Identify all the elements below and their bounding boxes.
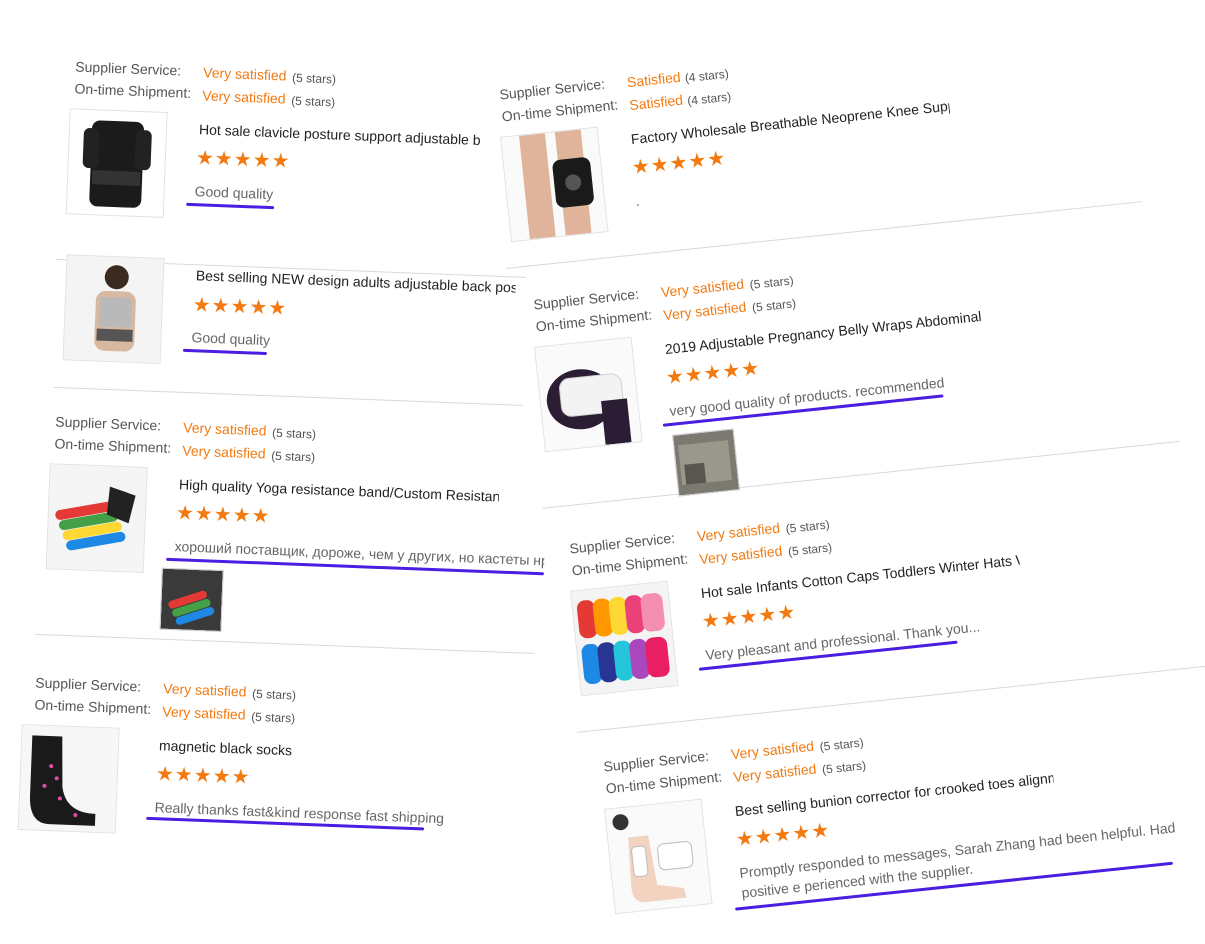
service-rating: Very satisfied bbox=[202, 64, 287, 84]
service-stars: (5 stars) bbox=[818, 735, 865, 754]
supplier-service-label: Supplier Service: bbox=[75, 58, 182, 79]
service-stars: (5 stars) bbox=[784, 517, 831, 536]
service-rating: Very satisfied bbox=[182, 419, 267, 439]
service-rating: Very satisfied bbox=[660, 275, 745, 301]
star-rating-icon: ★★★★★ bbox=[195, 147, 291, 173]
posture-brace-image[interactable] bbox=[65, 108, 168, 218]
star-rating-icon: ★★★★★ bbox=[155, 763, 251, 789]
service-rating: Very satisfied bbox=[696, 519, 781, 545]
product-title[interactable]: magnetic black socks bbox=[159, 737, 479, 765]
review-card-knee: Supplier Service: On-time Shipment: Sati… bbox=[486, 13, 1143, 269]
star-rating-icon: ★★★★★ bbox=[700, 601, 798, 634]
review-card-pregnancy: Supplier Service: On-time Shipment: Very… bbox=[520, 223, 1180, 509]
review-card-socks: Supplier Service: On-time Shipment: Very… bbox=[16, 666, 494, 894]
shipment-rating: Satisfied bbox=[628, 91, 684, 114]
supplier-service-label: Supplier Service: bbox=[35, 674, 142, 695]
star-rating-icon: ★★★★★ bbox=[630, 147, 728, 180]
socks-image[interactable] bbox=[17, 723, 120, 834]
product-title[interactable]: High quality Yoga resistance band/Custom… bbox=[179, 476, 499, 504]
supplier-service-label: Supplier Service: bbox=[55, 413, 162, 434]
pregnancy-belt-image[interactable] bbox=[534, 336, 643, 453]
service-rating: Satisfied bbox=[626, 68, 682, 91]
resistance-bands-image[interactable] bbox=[45, 463, 148, 573]
star-rating-icon: ★★★★★ bbox=[664, 357, 762, 390]
service-stars: (5 stars) bbox=[748, 273, 795, 292]
shipment-rating: Very satisfied bbox=[162, 703, 246, 723]
review-underline bbox=[182, 348, 268, 356]
star-rating-icon: ★★★★★ bbox=[175, 502, 271, 528]
shipment-label: On-time Shipment: bbox=[74, 80, 192, 101]
shipment-rating: Very satisfied bbox=[662, 298, 748, 324]
shipment-label: On-time Shipment: bbox=[34, 696, 152, 717]
shipment-stars: (5 stars) bbox=[751, 296, 797, 315]
shipment-stars: (4 stars) bbox=[686, 89, 732, 109]
shipment-stars: (5 stars) bbox=[290, 93, 336, 110]
shipment-label: On-time Shipment: bbox=[54, 435, 172, 456]
review-underline bbox=[186, 202, 275, 210]
shipment-rating: Very satisfied bbox=[698, 542, 784, 568]
back-brace-image[interactable] bbox=[62, 254, 165, 364]
shipment-stars: (5 stars) bbox=[250, 709, 296, 726]
review-card-back-brace: Best selling NEW design adults adjustabl… bbox=[53, 218, 530, 406]
knee-support-image[interactable] bbox=[500, 126, 609, 243]
service-stars: (5 stars) bbox=[271, 425, 317, 442]
review-card-bands: Supplier Service: On-time Shipment: Very… bbox=[35, 405, 545, 655]
product-title[interactable]: Hot sale clavicle posture support adjust… bbox=[199, 121, 519, 149]
shipment-rating: Very satisfied bbox=[732, 760, 818, 786]
shipment-stars: (5 stars) bbox=[270, 448, 316, 465]
shipment-rating: Very satisfied bbox=[182, 442, 266, 462]
shipment-stars: (5 stars) bbox=[787, 540, 833, 559]
review-card-hats: Supplier Service: On-time Shipment: Very… bbox=[556, 466, 1205, 733]
service-rating: Very satisfied bbox=[730, 737, 815, 763]
product-title[interactable]: Best selling NEW design adults adjustabl… bbox=[196, 267, 516, 295]
service-rating: Very satisfied bbox=[162, 680, 247, 700]
review-photo-bands[interactable] bbox=[159, 567, 224, 632]
service-stars: (5 stars) bbox=[291, 70, 337, 87]
star-rating-icon: ★★★★★ bbox=[192, 294, 288, 320]
service-stars: (4 stars) bbox=[684, 66, 730, 86]
review-card-bunion: Supplier Service: On-time Shipment: Very… bbox=[590, 687, 1205, 941]
baby-hats-image[interactable] bbox=[570, 580, 679, 697]
review-photo-pregnancy[interactable] bbox=[671, 428, 741, 497]
star-rating-icon: ★★★★★ bbox=[734, 819, 832, 852]
shipment-rating: Very satisfied bbox=[202, 87, 286, 107]
service-stars: (5 stars) bbox=[251, 686, 297, 703]
shipment-stars: (5 stars) bbox=[821, 758, 867, 777]
bunion-corrector-image[interactable] bbox=[604, 798, 713, 915]
